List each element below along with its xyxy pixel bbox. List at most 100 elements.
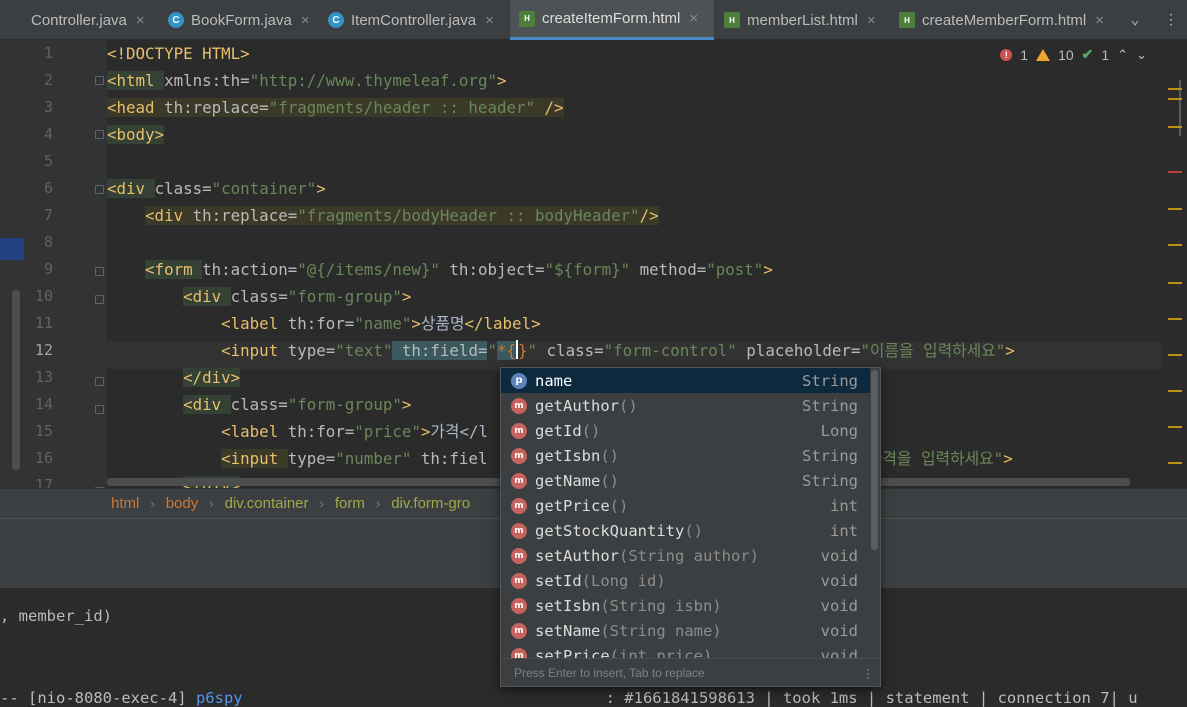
code-line[interactable]: <div class="form-group">: [107, 391, 411, 418]
completion-item-name: getIsbn: [535, 446, 601, 465]
code-line[interactable]: <div th:replace="fragments/bodyHeader ::…: [107, 202, 659, 229]
warning-marker[interactable]: [1168, 98, 1182, 100]
line-number: 9: [43, 260, 53, 278]
close-icon[interactable]: ×: [867, 12, 876, 29]
tab-list-dropdown-icon[interactable]: ⌄: [1122, 0, 1148, 40]
tab-controller-java[interactable]: Controller.java ×: [0, 0, 160, 40]
code-completion-popup[interactable]: p name String m getAuthor() String m getId() Lon…: [500, 367, 881, 687]
completion-item[interactable]: m getStockQuantity() int: [501, 518, 870, 543]
next-highlight-icon[interactable]: ⌄: [1136, 47, 1147, 63]
code-token: <head: [107, 98, 165, 117]
fold-icon[interactable]: [95, 295, 104, 304]
code-line[interactable]: <head th:replace="fragments/header :: he…: [107, 94, 564, 121]
completion-item[interactable]: m setId (Long id) void: [501, 568, 870, 593]
fold-icon[interactable]: [95, 76, 104, 85]
completion-item[interactable]: m setName (String name) void: [501, 618, 870, 643]
completion-scrollbar[interactable]: [871, 370, 878, 550]
breadcrumb-body[interactable]: body: [166, 495, 199, 512]
warning-marker[interactable]: [1168, 426, 1182, 428]
error-icon: !: [1000, 48, 1013, 61]
completion-item-type: int: [830, 496, 858, 515]
tab-createitemform-html[interactable]: H createItemForm.html ×: [510, 0, 714, 40]
warning-marker[interactable]: [1168, 318, 1182, 320]
code-line[interactable]: <form th:action="@{/items/new}" th:objec…: [107, 256, 773, 283]
warning-marker[interactable]: [1168, 126, 1182, 128]
breadcrumb-separator: ›: [209, 496, 214, 511]
code-token: <body>: [107, 125, 165, 144]
completion-item[interactable]: p name String: [501, 368, 870, 393]
warning-marker[interactable]: [1168, 244, 1182, 246]
breadcrumb-html[interactable]: html: [111, 495, 139, 512]
code-line[interactable]: <label th:for="name">상품명</label>: [107, 310, 540, 337]
completion-list[interactable]: p name String m getAuthor() String m getId() Lon…: [501, 368, 870, 658]
console-logger-link[interactable]: p6spy: [196, 689, 243, 707]
code-token: >: [411, 314, 421, 333]
fold-icon[interactable]: [95, 185, 104, 194]
code-token: type=: [287, 449, 336, 468]
warning-marker[interactable]: [1168, 462, 1182, 464]
code-line[interactable]: <div class="form-group">: [107, 283, 411, 310]
line-number: 15: [34, 422, 53, 440]
completion-item-name: getId: [535, 421, 582, 440]
completion-item[interactable]: m setIsbn (String isbn) void: [501, 593, 870, 618]
tab-bookform-java[interactable]: C BookForm.java ×: [160, 0, 320, 40]
close-icon[interactable]: ×: [301, 12, 310, 29]
code-line[interactable]: <div class="container">: [107, 175, 326, 202]
code-token: "number": [335, 449, 412, 468]
code-token: </div>: [183, 368, 241, 387]
method-icon: m: [511, 472, 527, 489]
inspection-widget[interactable]: ! 1 10 ✔ 1 ⌃ ⌄: [1000, 46, 1147, 63]
warning-marker[interactable]: [1168, 282, 1182, 284]
completion-item[interactable]: m getId() Long: [501, 418, 870, 443]
completion-item-type: String: [802, 471, 858, 490]
more-options-icon[interactable]: ⋮: [1158, 0, 1184, 40]
code-line[interactable]: <input type="text" th:field="*{}" class=…: [107, 337, 1015, 364]
code-token: <input: [221, 449, 288, 468]
console-line: , member_id): [0, 607, 112, 625]
tab-createmembeform-html[interactable]: H createMemberForm.html ×: [890, 0, 1116, 40]
close-icon[interactable]: ×: [485, 12, 494, 29]
code-line[interactable]: </div>: [107, 364, 241, 391]
completion-item[interactable]: m getAuthor() String: [501, 393, 870, 418]
close-icon[interactable]: ×: [689, 10, 698, 27]
completion-item-name: setIsbn: [535, 596, 601, 615]
completion-item-params: (): [600, 471, 619, 490]
fold-icon[interactable]: [95, 377, 104, 386]
completion-item-name: getPrice: [535, 496, 610, 515]
completion-options-icon[interactable]: · · ·: [865, 663, 871, 683]
warning-marker[interactable]: [1168, 88, 1182, 90]
close-icon[interactable]: ×: [136, 12, 145, 29]
warning-marker[interactable]: [1168, 208, 1182, 210]
close-icon[interactable]: ×: [1095, 12, 1104, 29]
error-marker[interactable]: [1168, 171, 1182, 173]
code-token: >: [1003, 449, 1013, 468]
completion-item[interactable]: m getName() String: [501, 468, 870, 493]
code-line[interactable]: <label th:for="price">가격</l: [107, 418, 488, 445]
warning-marker[interactable]: [1168, 390, 1182, 392]
completion-item-params: (String isbn): [600, 596, 722, 615]
fold-icon[interactable]: [95, 405, 104, 414]
code-line[interactable]: <html xmlns:th="http://www.thymeleaf.org…: [107, 67, 506, 94]
code-token: <form: [145, 260, 203, 279]
tab-memberlist-html[interactable]: H memberList.html ×: [714, 0, 890, 40]
fold-icon[interactable]: [95, 267, 104, 276]
completion-item[interactable]: m setAuthor (String author) void: [501, 543, 870, 568]
fold-icon[interactable]: [95, 130, 104, 139]
error-stripe[interactable]: [1162, 40, 1187, 488]
breadcrumb-div-form-group[interactable]: div.form-gro: [391, 495, 470, 512]
completion-item[interactable]: m getIsbn() String: [501, 443, 870, 468]
completion-item-type: int: [830, 521, 858, 540]
warning-marker[interactable]: [1168, 354, 1182, 356]
completion-item[interactable]: m getPrice() int: [501, 493, 870, 518]
breadcrumb-div-container[interactable]: div.container: [225, 495, 309, 512]
code-line[interactable]: <!DOCTYPE HTML>: [107, 40, 250, 67]
completion-item-params: (): [600, 446, 619, 465]
code-token: th:object=: [439, 260, 545, 279]
code-line[interactable]: <body>: [107, 121, 165, 148]
previous-highlight-icon[interactable]: ⌃: [1117, 47, 1128, 63]
completion-item[interactable]: m setPrice (int price) void: [501, 643, 870, 658]
code-token: >: [401, 287, 412, 306]
breadcrumb-form[interactable]: form: [335, 495, 365, 512]
code-token: class=: [537, 341, 604, 360]
tab-itemcontroller-java[interactable]: C ItemController.java ×: [320, 0, 510, 40]
